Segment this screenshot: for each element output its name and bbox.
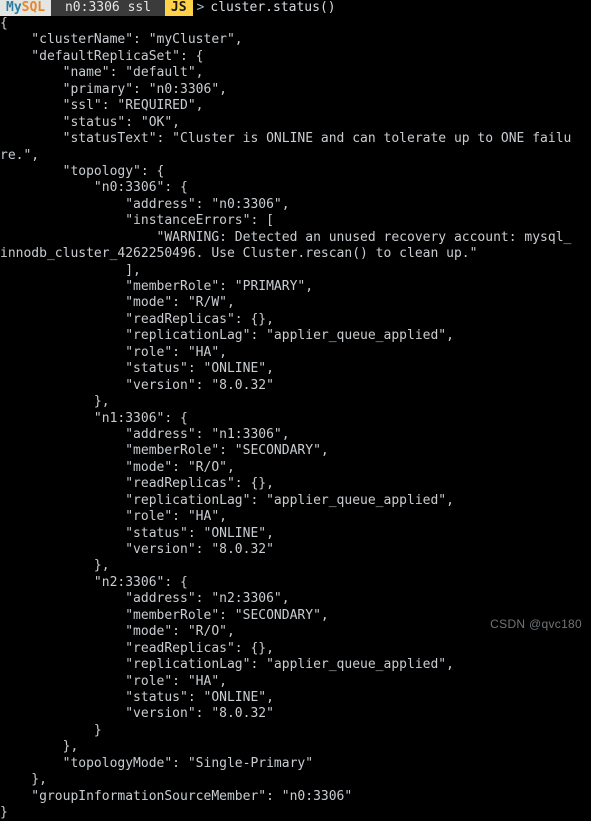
output-line: "name": "default", — [0, 65, 204, 81]
output-line: } — [0, 805, 8, 820]
output-line: "instanceErrors": [ — [0, 213, 274, 229]
output-line: "mode": "R/W", — [0, 295, 235, 311]
brand-sql-text: SQL — [21, 0, 46, 15]
output-line: "readReplicas": {}, — [0, 476, 274, 492]
output-line: "topologyMode": "Single-Primary" — [0, 755, 314, 771]
output-line: "ssl": "REQUIRED", — [0, 98, 204, 114]
output-line: "groupInformationSourceMember": "n0:3306… — [0, 788, 353, 804]
prompt-caret-icon: > — [196, 0, 205, 15]
output-line: "version": "8.0.32" — [0, 706, 274, 722]
terminal-window: My SQL n0:3306 ssl JS > cluster.status() … — [0, 0, 591, 820]
output-line: "address": "n2:3306", — [0, 591, 290, 607]
mode-badge-js: JS — [164, 0, 193, 16]
output-line: "status": "ONLINE", — [0, 525, 274, 541]
output-line: "role": "HA", — [0, 344, 227, 360]
output-line: "mode": "R/O", — [0, 459, 235, 475]
output-line: "readReplicas": {}, — [0, 311, 274, 327]
output-line: "memberRole": "PRIMARY", — [0, 279, 314, 294]
output-line: }, — [0, 739, 79, 755]
output-line: "statusText": "Cluster is ONLINE and can… — [0, 131, 572, 147]
output-line: }, — [0, 772, 47, 788]
output-line: "topology": { — [0, 163, 165, 179]
output-line: } — [0, 722, 102, 738]
command-output: { "clusterName": "myCluster", "defaultRe… — [0, 16, 591, 821]
mysql-brand-badge: My SQL — [0, 0, 52, 16]
output-line: ], — [0, 262, 141, 278]
output-line: "primary": "n0:3306", — [0, 81, 227, 97]
output-line: }, — [0, 558, 110, 574]
connection-host-badge: n0:3306 ssl — [51, 0, 165, 16]
output-line: "address": "n0:3306", — [0, 196, 290, 212]
output-line: "n1:3306": { — [0, 410, 188, 426]
output-line: "role": "HA", — [0, 673, 227, 689]
output-line: }, — [0, 394, 110, 410]
output-line: "replicationLag": "applier_queue_applied… — [0, 492, 454, 508]
output-line: "address": "n1:3306", — [0, 426, 290, 442]
prompt-line: My SQL n0:3306 ssl JS > cluster.status() — [0, 0, 591, 16]
output-line: "n0:3306": { — [0, 180, 188, 196]
output-line: "status": "ONLINE", — [0, 689, 274, 705]
output-line: "readReplicas": {}, — [0, 640, 274, 656]
output-line: { — [0, 16, 8, 31]
output-line: "status": "ONLINE", — [0, 361, 274, 377]
output-line: "defaultReplicaSet": { — [0, 48, 204, 64]
output-line: "WARNING: Detected an unused recovery ac… — [0, 229, 572, 245]
output-line: "status": "OK", — [0, 114, 181, 130]
output-line: "role": "HA", — [0, 509, 227, 525]
output-line: "memberRole": "SECONDARY", — [0, 443, 329, 459]
output-line: "n2:3306": { — [0, 574, 188, 590]
command-input[interactable]: cluster.status() — [210, 0, 335, 16]
output-line: "replicationLag": "applier_queue_applied… — [0, 657, 454, 673]
output-line: "replicationLag": "applier_queue_applied… — [0, 328, 454, 344]
output-line: "version": "8.0.32" — [0, 377, 274, 393]
output-line: "version": "8.0.32" — [0, 542, 274, 557]
output-line: innodb_cluster_4262250496. Use Cluster.r… — [0, 246, 478, 262]
brand-my-text: My — [6, 0, 22, 15]
output-line: re.", — [0, 147, 40, 163]
output-line: "clusterName": "myCluster", — [0, 32, 243, 48]
csdn-watermark: CSDN @qvc180 — [490, 616, 582, 631]
